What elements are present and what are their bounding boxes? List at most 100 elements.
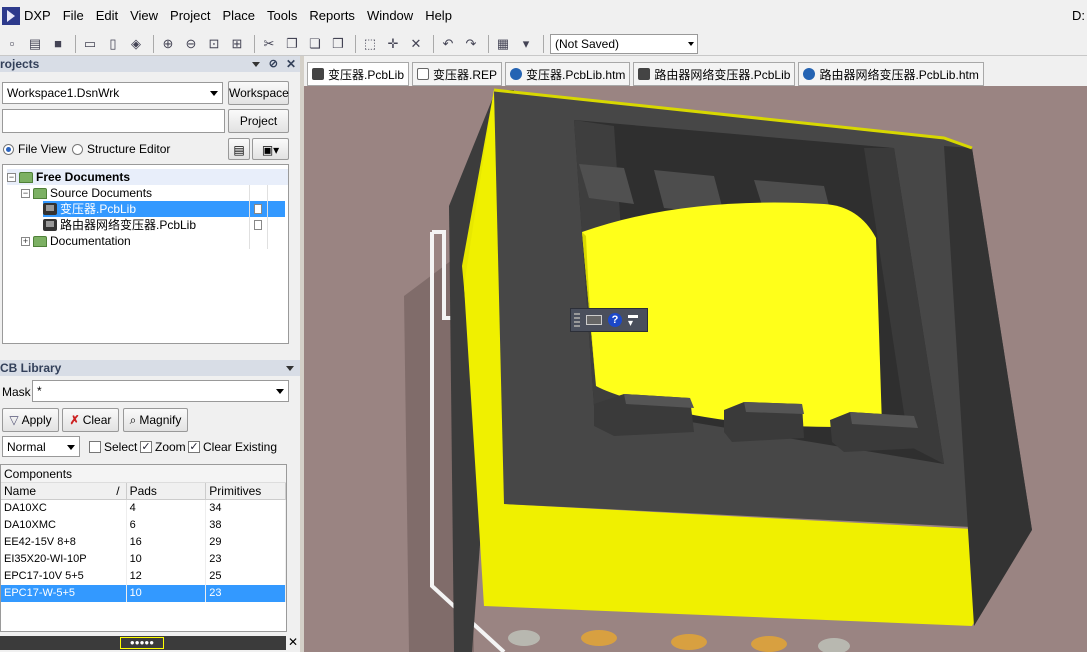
menu-view[interactable]: View: [124, 0, 164, 32]
dxp-logo-icon[interactable]: [2, 7, 20, 25]
table-row[interactable]: EE42-15V 8+8 16 29: [1, 534, 286, 551]
pin-icon[interactable]: ⊘: [269, 56, 278, 72]
table-cell-name: DA10XC: [1, 500, 127, 517]
apply-button[interactable]: ▽ Apply: [2, 408, 59, 432]
menu-project[interactable]: Project: [164, 0, 216, 32]
column-header-name[interactable]: Name /: [1, 483, 127, 499]
zoom-out-icon[interactable]: ⊖: [181, 34, 201, 54]
document-tab[interactable]: 变压器.PcbLib.htm: [505, 62, 631, 86]
copy-icon[interactable]: ❐: [282, 34, 302, 54]
pcb-3d-view[interactable]: ? ▬ ▾: [304, 86, 1087, 652]
print-icon[interactable]: ▭: [80, 34, 100, 54]
tree-root[interactable]: − Free Documents: [7, 169, 288, 185]
document-tab[interactable]: 路由器网络变压器.PcbLib.htm: [798, 62, 984, 86]
menu-place[interactable]: Place: [217, 0, 262, 32]
keyboard-icon[interactable]: [586, 315, 602, 325]
toolbar-divider: [153, 34, 154, 53]
menu-dxp[interactable]: DXP: [20, 0, 57, 32]
close-icon[interactable]: ✕: [286, 56, 296, 72]
clear-button[interactable]: ✗ Clear: [62, 408, 119, 432]
file-view-radio[interactable]: File View: [3, 142, 66, 156]
paste-special-icon[interactable]: ❒: [328, 34, 348, 54]
table-cell-primitives: 38: [206, 517, 286, 534]
document-tab[interactable]: 变压器.PcbLib: [307, 62, 410, 86]
workspace-button[interactable]: Workspace: [228, 81, 289, 105]
cross-select-icon[interactable]: ✕: [406, 34, 426, 54]
table-row[interactable]: EPC17-W-5+5 10 23: [1, 585, 286, 602]
menu-help[interactable]: Help: [419, 0, 458, 32]
path-indicator: D:: [1072, 8, 1085, 23]
zoom-area-icon[interactable]: ⊞: [227, 34, 247, 54]
footprint-thumbnail-icon[interactable]: ●●●●●: [120, 637, 164, 649]
zoom-fit-icon[interactable]: ⊡: [204, 34, 224, 54]
panel-menu-icon[interactable]: [286, 366, 294, 371]
checkbox-checked-icon: ✓: [140, 441, 152, 453]
clear-x-icon: ✗: [69, 413, 80, 427]
pin: [508, 630, 540, 646]
menu-bar: DXP File Edit View Project Place Tools R…: [0, 0, 1087, 32]
open-document-button[interactable]: ▣▾: [252, 138, 289, 160]
table-row[interactable]: DA10XMC 6 38: [1, 517, 286, 534]
document-status-icon: [254, 204, 262, 214]
help-icon[interactable]: ?: [608, 313, 622, 327]
table-row[interactable]: DA10XC 4 34: [1, 500, 286, 517]
cut-icon[interactable]: ✂: [259, 34, 279, 54]
grid-icon[interactable]: ▦: [493, 34, 513, 54]
collapse-icon[interactable]: −: [7, 172, 16, 182]
redo-icon[interactable]: ↷: [461, 34, 481, 54]
grip-handle-icon[interactable]: [574, 313, 580, 327]
close-icon[interactable]: ✕: [288, 635, 298, 649]
menu-reports[interactable]: Reports: [303, 0, 361, 32]
grid-dropdown-icon[interactable]: ▾: [516, 34, 536, 54]
select-area-icon[interactable]: ⬚: [360, 34, 380, 54]
tree-source-folder[interactable]: − Source Documents: [21, 185, 287, 201]
panel-bottom-strip: ●●●●● ✕: [0, 634, 300, 652]
structure-editor-radio[interactable]: Structure Editor: [72, 142, 170, 156]
table-cell-primitives: 25: [206, 568, 286, 585]
save-icon[interactable]: ■: [48, 34, 68, 54]
undo-icon[interactable]: ↶: [438, 34, 458, 54]
table-row[interactable]: EI35X20-WI-10P 10 23: [1, 551, 286, 568]
collapse-icon[interactable]: −: [21, 188, 30, 198]
table-row[interactable]: EPC17-10V 5+5 12 25: [1, 568, 286, 585]
zoom-in-icon[interactable]: ⊕: [158, 34, 178, 54]
project-button[interactable]: Project: [228, 109, 289, 133]
project-input[interactable]: [2, 109, 225, 133]
menu-dropdown-icon[interactable]: ▬ ▾: [628, 311, 638, 329]
toolbar-divider: [75, 34, 76, 53]
panel-menu-icon[interactable]: [252, 62, 260, 67]
chevron-down-icon: [688, 41, 694, 46]
zoom-checkbox[interactable]: ✓ Zoom: [140, 440, 186, 454]
document-tab[interactable]: 变压器.REP: [412, 62, 503, 86]
column-header-pads[interactable]: Pads: [127, 483, 207, 499]
expand-icon[interactable]: +: [21, 236, 30, 246]
menu-window[interactable]: Window: [361, 0, 419, 32]
pcblib-icon: [43, 219, 57, 231]
project-book-button[interactable]: ▤: [228, 138, 250, 160]
floating-mini-toolbar[interactable]: ? ▬ ▾: [570, 308, 648, 332]
select-label: Select: [104, 440, 138, 454]
open-folder-icon[interactable]: ▤: [25, 34, 45, 54]
menu-edit[interactable]: Edit: [90, 0, 124, 32]
new-icon[interactable]: ▫: [2, 34, 22, 54]
mask-input[interactable]: *: [32, 380, 289, 402]
move-icon[interactable]: ✛: [383, 34, 403, 54]
document-tabs: 变压器.PcbLib 变压器.REP 变压器.PcbLib.htm 路由器网络变压器.…: [304, 56, 1087, 86]
paste-icon[interactable]: ❏: [305, 34, 325, 54]
workspace-select[interactable]: Workspace1.DsnWrk: [2, 82, 223, 104]
magnify-button[interactable]: ⌕ Magnify: [123, 408, 188, 432]
menu-tools[interactable]: Tools: [261, 0, 303, 32]
clear-existing-checkbox[interactable]: ✓ Clear Existing: [188, 440, 277, 454]
layers-icon[interactable]: ◈: [126, 34, 146, 54]
document-tab[interactable]: 路由器网络变压器.PcbLib: [633, 62, 796, 86]
components-table: Components Name / Pads Primitives DA10XC…: [0, 464, 287, 632]
checkbox-unchecked-icon: [89, 441, 101, 453]
menu-file[interactable]: File: [57, 0, 90, 32]
print-preview-icon[interactable]: ▯: [103, 34, 123, 54]
select-checkbox[interactable]: Select: [89, 440, 137, 454]
column-header-primitives[interactable]: Primitives: [206, 483, 286, 499]
mode-select[interactable]: Normal: [2, 436, 80, 457]
tree-documentation-folder[interactable]: + Documentation: [21, 233, 287, 249]
save-status-select[interactable]: (Not Saved): [550, 33, 698, 54]
pin: [671, 634, 707, 650]
